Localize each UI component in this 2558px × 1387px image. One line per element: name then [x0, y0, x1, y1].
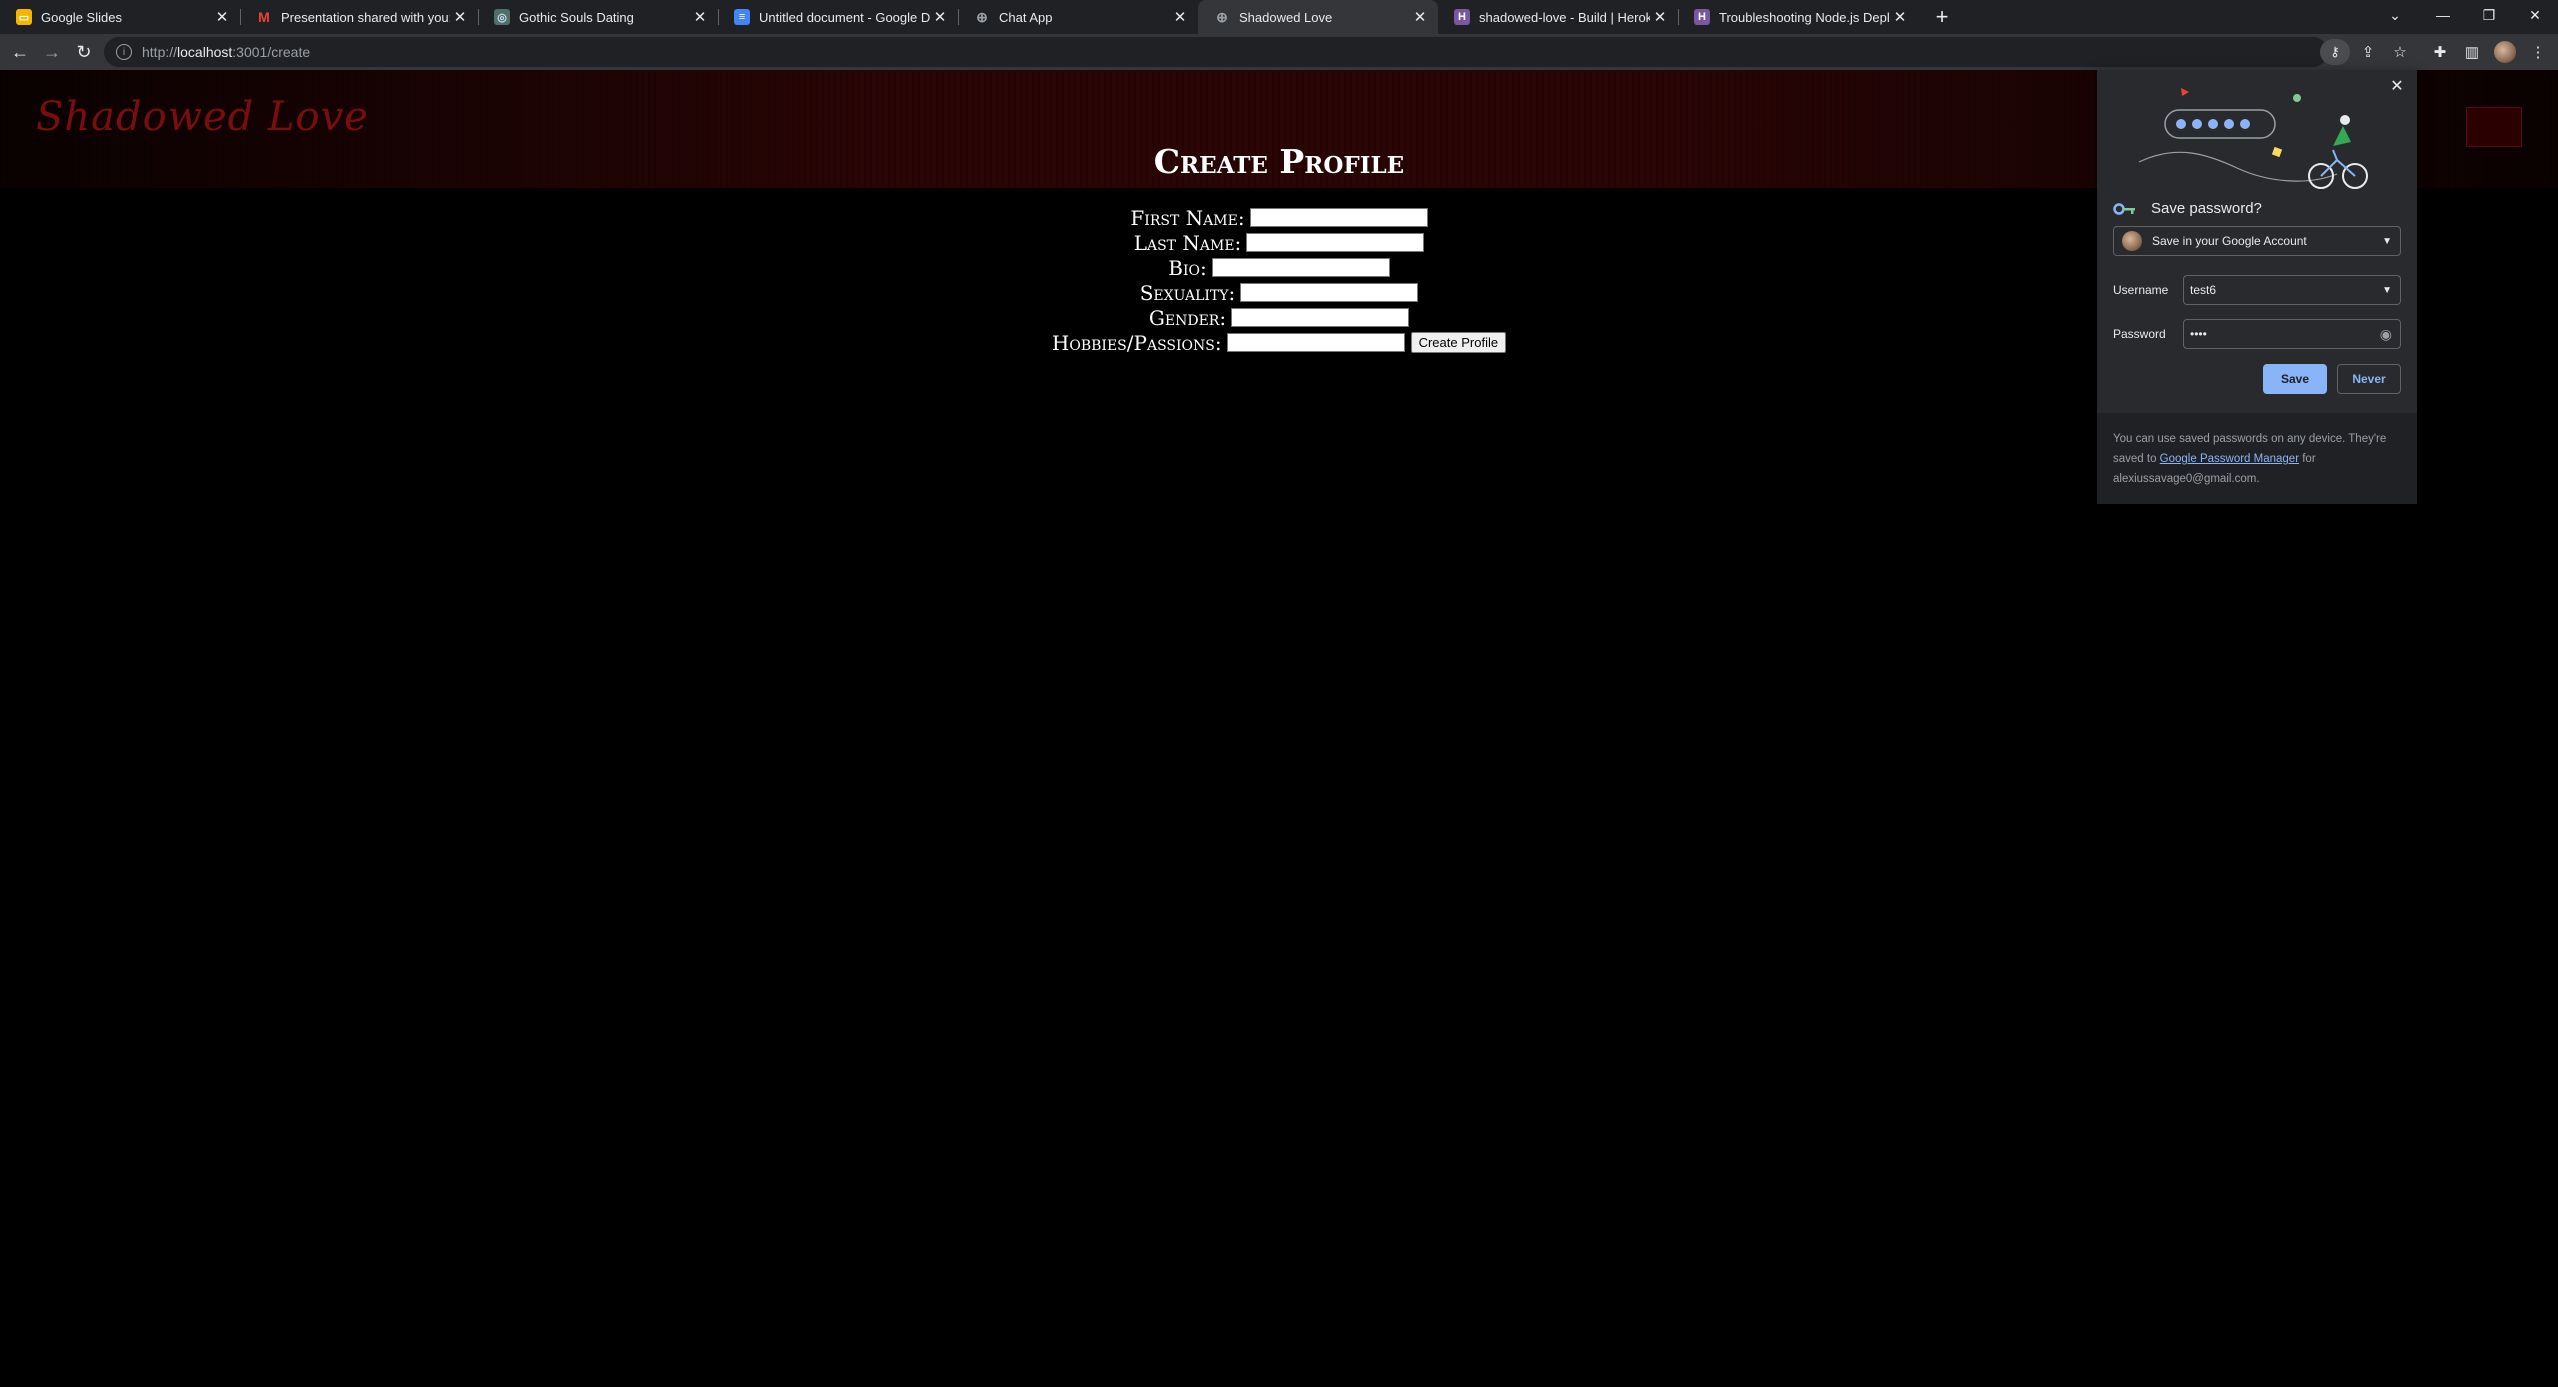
globe-icon: ⊕	[976, 8, 988, 25]
hobbies-input[interactable]	[1226, 333, 1405, 352]
slides-icon: ▭	[16, 9, 32, 25]
globe-icon: ⊕	[1216, 8, 1228, 25]
last-name-label: Last Name:	[1133, 230, 1242, 255]
tab-title: Gothic Souls Dating	[519, 9, 634, 25]
tab-title: Troubleshooting Node.js Deploy	[1719, 9, 1890, 25]
heroku-icon: H	[1694, 9, 1710, 25]
password-key-icon[interactable]: ⚷	[2320, 39, 2350, 65]
tab-gothic-souls[interactable]: ◎ Gothic Souls Dating ✕	[478, 0, 718, 34]
tab-search-icon[interactable]: ⌄	[2372, 0, 2418, 30]
save-button[interactable]: Save	[2263, 364, 2327, 394]
browser-toolbar: ← → ↻ i http://localhost:3001/create ⚷ ⇪…	[0, 34, 2558, 70]
tab-title: shadowed-love - Build | Heroku	[1479, 9, 1650, 25]
password-row: Password •••• ◉	[2113, 319, 2401, 349]
password-illustration	[2138, 88, 2368, 189]
first-name-input[interactable]	[1249, 208, 1428, 227]
first-name-label: First Name:	[1130, 205, 1245, 230]
tab-shadowed-love[interactable]: ⊕ Shadowed Love ✕	[1198, 0, 1438, 34]
tab-chat-app[interactable]: ⊕ Chat App ✕	[958, 0, 1198, 34]
extensions-icon[interactable]: ✚	[2426, 38, 2454, 66]
bookmark-star-icon[interactable]: ☆	[2386, 38, 2414, 66]
menu-icon[interactable]: ⋮	[2524, 38, 2552, 66]
gmail-icon: M	[258, 9, 270, 25]
username-field[interactable]: test6 ▼	[2183, 275, 2401, 305]
password-field[interactable]: •••• ◉	[2183, 319, 2401, 349]
password-manager-link[interactable]: Google Password Manager	[2160, 453, 2299, 465]
close-icon[interactable]: ✕	[690, 7, 710, 27]
reload-icon[interactable]: ↻	[70, 38, 98, 66]
back-icon[interactable]: ←	[6, 38, 34, 66]
window-close-icon[interactable]: ✕	[2512, 0, 2558, 30]
close-icon[interactable]: ✕	[1170, 7, 1190, 27]
close-icon[interactable]: ✕	[1410, 7, 1430, 27]
account-option-text: Save in your Google Account	[2152, 234, 2307, 248]
close-icon[interactable]: ✕	[930, 7, 950, 27]
forward-icon[interactable]: →	[38, 38, 66, 66]
tab-title: Untitled document - Google Doc	[759, 9, 930, 25]
popup-title: Save password?	[2151, 200, 2262, 217]
hobbies-label: Hobbies/Passions:	[1051, 330, 1222, 355]
dropdown-caret-icon[interactable]: ▼	[2382, 285, 2392, 296]
username-row: Username test6 ▼	[2113, 275, 2401, 305]
tab-strip: ▭ Google Slides ✕ M Presentation shared …	[0, 0, 2558, 34]
close-icon[interactable]: ✕	[2387, 76, 2407, 96]
bio-label: Bio:	[1168, 255, 1207, 280]
password-label: Password	[2113, 327, 2166, 341]
tab-gmail-presentation[interactable]: M Presentation shared with you: "Sh ✕	[240, 0, 478, 34]
eye-icon[interactable]: ◉	[2380, 326, 2392, 343]
create-profile-button[interactable]: Create Profile	[1410, 332, 1507, 353]
popup-footer: You can use saved passwords on any devic…	[2097, 413, 2417, 504]
nav-button[interactable]	[2466, 107, 2522, 147]
username-value: test6	[2190, 283, 2217, 297]
docs-icon: ≡	[734, 9, 750, 25]
account-select[interactable]: Save in your Google Account ▼	[2113, 226, 2401, 256]
popup-title-row: Save password?	[2113, 200, 2262, 217]
site-logo[interactable]: Shadowed Love	[36, 94, 369, 140]
username-label: Username	[2113, 283, 2169, 297]
key-icon	[2113, 202, 2135, 215]
globe-icon: ◎	[494, 9, 510, 25]
close-icon[interactable]: ✕	[450, 7, 470, 27]
sexuality-label: Sexuality:	[1139, 280, 1236, 305]
tab-title: Shadowed Love	[1239, 9, 1333, 25]
tab-google-slides[interactable]: ▭ Google Slides ✕	[0, 0, 240, 34]
address-bar[interactable]: i http://localhost:3001/create	[104, 37, 2328, 67]
heroku-icon: H	[1454, 9, 1470, 25]
url-text: http://localhost:3001/create	[142, 44, 311, 60]
save-password-popup: ✕ Save password? Save in your Google Acc…	[2097, 70, 2417, 504]
close-icon[interactable]: ✕	[1650, 7, 1670, 27]
share-icon[interactable]: ⇪	[2354, 38, 2382, 66]
tab-title: Presentation shared with you: "Sh	[281, 9, 450, 25]
close-icon[interactable]: ✕	[1890, 7, 1910, 27]
tab-google-doc[interactable]: ≡ Untitled document - Google Doc ✕	[718, 0, 958, 34]
password-value: ••••	[2190, 327, 2207, 341]
sexuality-input[interactable]	[1240, 283, 1419, 302]
tab-troubleshooting[interactable]: H Troubleshooting Node.js Deploy ✕	[1678, 0, 1918, 34]
bio-input[interactable]	[1211, 258, 1390, 277]
new-tab-button[interactable]: +	[1930, 4, 1954, 29]
minimize-icon[interactable]: —	[2420, 0, 2466, 30]
tab-heroku-build[interactable]: H shadowed-love - Build | Heroku ✕	[1438, 0, 1678, 34]
tab-title: Chat App	[999, 9, 1053, 25]
gender-input[interactable]	[1231, 308, 1410, 327]
dropdown-caret-icon: ▼	[2382, 235, 2392, 247]
gender-label: Gender:	[1148, 305, 1227, 330]
footer-text: You can use saved passwords on any devic…	[2113, 433, 2387, 485]
account-avatar	[2122, 231, 2142, 251]
never-button[interactable]: Never	[2337, 364, 2401, 394]
tab-title: Google Slides	[41, 9, 122, 25]
last-name-input[interactable]	[1246, 233, 1425, 252]
side-panel-icon[interactable]: ▥	[2458, 38, 2486, 66]
site-info-icon[interactable]: i	[116, 44, 132, 60]
close-icon[interactable]: ✕	[212, 7, 232, 27]
profile-avatar[interactable]	[2494, 41, 2516, 63]
restore-icon[interactable]: ❐	[2466, 0, 2512, 30]
